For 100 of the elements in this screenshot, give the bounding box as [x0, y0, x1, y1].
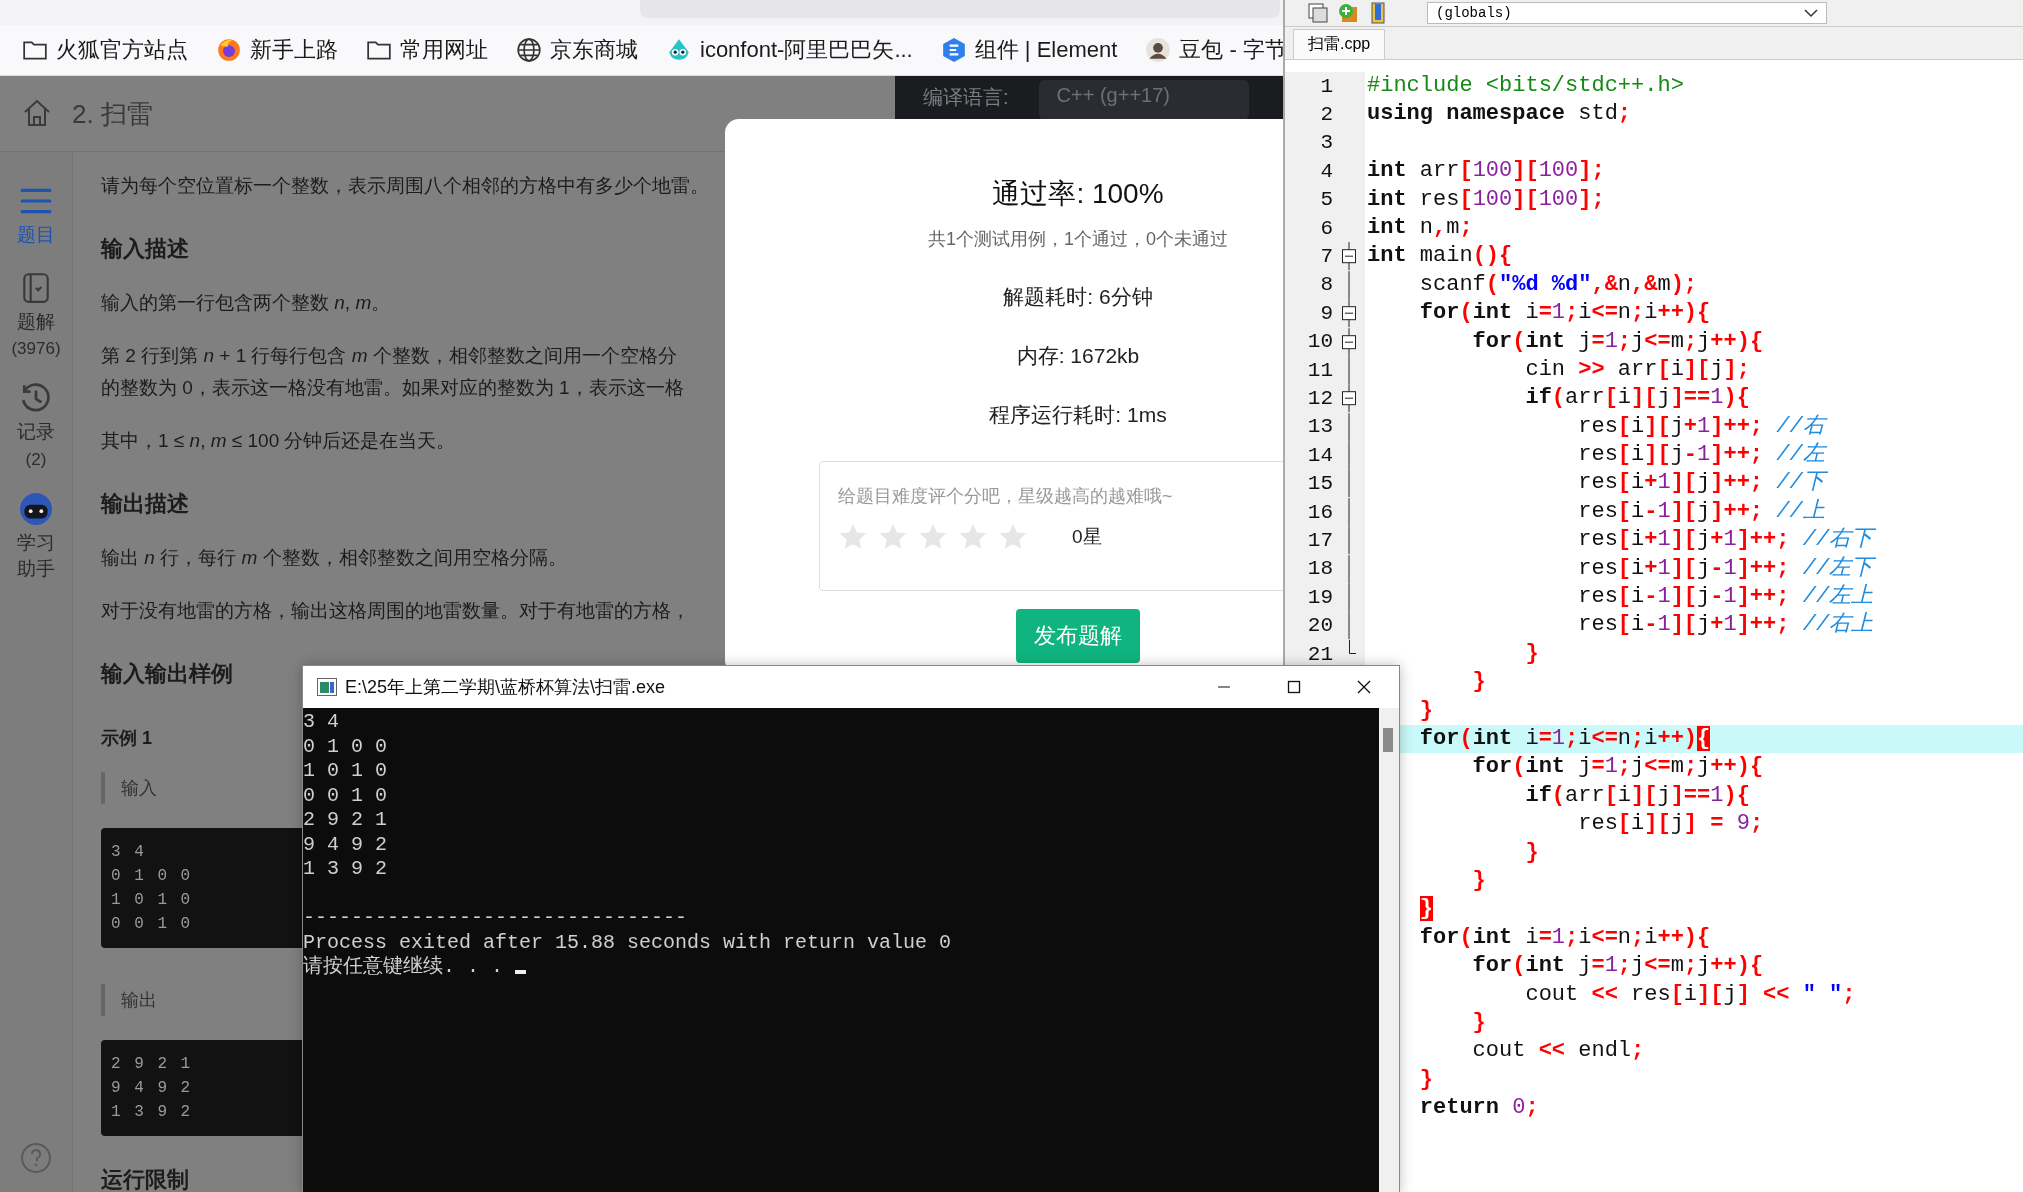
home-icon[interactable] — [22, 98, 52, 128]
fold-icon[interactable] — [1342, 242, 1356, 271]
file-tab[interactable]: 扫雷.cpp — [1293, 29, 1386, 59]
code-line: res[i+1][j]++; //下 — [1365, 469, 2023, 498]
mascot-icon — [666, 37, 692, 63]
line-number: 9 — [1319, 301, 1333, 325]
line-number: 3 — [1319, 131, 1333, 155]
line-number: 4 — [1319, 159, 1333, 183]
close-icon[interactable] — [1356, 679, 1372, 695]
section-heading: 运行限制 — [101, 1166, 189, 1192]
console-line: 请按任意键继续. . . — [303, 955, 504, 978]
line-number: 5 — [1319, 188, 1333, 212]
console-line: 9 4 9 2 — [303, 832, 387, 856]
code-line: res[i-1][j]++; //上 — [1577, 497, 1826, 526]
paragraph: 请为每个空位置标一个整数，表示周围八个相邻的方格中有多少个地雷。 — [101, 174, 709, 198]
bookmark-link[interactable]: 组件 | Element — [974, 35, 1118, 65]
code-line: res[i][j+1]++; //右 — [1365, 412, 2023, 442]
code-line: cin >> arr[i][j]; — [1524, 355, 1751, 384]
result-stat: 内存: 1672kb — [1016, 343, 1140, 369]
sample-label: 输出 — [101, 984, 157, 1016]
line-number: 10 — [1306, 330, 1333, 354]
code-line: #include <bits/stdc++.h> — [1366, 72, 1685, 100]
window-icon[interactable] — [1307, 2, 1329, 24]
code-line: for(int j=1;j<=m;j++){ — [1471, 327, 1765, 356]
help-icon[interactable] — [20, 1142, 52, 1174]
paragraph: 其中，1 ≤ n, m ≤ 100 分钟后还是在当天。 — [101, 429, 456, 453]
code-line: res[i][j-1]++; //左 — [1577, 441, 1828, 470]
rating-value: 0星 — [1072, 525, 1102, 549]
fold-icon[interactable] — [1342, 384, 1356, 413]
sidebar-count: (3976) — [11, 339, 61, 360]
sidebar-count: (2) — [25, 449, 47, 470]
fold-end — [1348, 639, 1356, 654]
scope-dropdown[interactable]: (globals) — [1427, 2, 1827, 24]
code-line: using namespace std; — [1366, 100, 1633, 129]
section-heading: 输入描述 — [101, 235, 189, 263]
code-line: } — [1471, 1008, 1487, 1037]
code-line: int main(){ — [1366, 242, 1514, 271]
console-line: 3 4 — [303, 710, 339, 733]
window-title: E:\25年上第二学期\蓝桥杯算法\扫雷.exe — [345, 676, 666, 699]
code-line: return 0; — [1418, 1094, 1540, 1123]
code-line: cout << res[i][j] << " "; — [1524, 980, 1857, 1009]
avatar-icon — [1145, 37, 1172, 63]
code-line: scanf("%d %d",&n,&m); — [1418, 270, 1699, 299]
line-number: 19 — [1306, 585, 1333, 609]
scrollbar[interactable] — [1379, 708, 1399, 1192]
bookmark-link[interactable]: 豆包 - 字节 — [1179, 35, 1287, 65]
bookmark-link[interactable]: 火狐官方站点 — [56, 35, 188, 65]
line-number: 21 — [1306, 642, 1333, 666]
sidebar-item[interactable]: 题解 (3976) — [11, 270, 61, 360]
compile-label: 编译语言: — [923, 85, 1009, 110]
console-line: 1 0 1 0 — [303, 759, 387, 782]
sample-label: 输入 — [101, 772, 157, 804]
problem-title: 2. 扫雷 — [72, 98, 153, 131]
bookmark-link[interactable]: 新手上路 — [250, 35, 338, 65]
caret-icon[interactable] — [1804, 8, 1818, 18]
paragraph: 对于没有地雷的方格，输出这格周围的地雷数量。对于有地雷的方格， — [101, 599, 690, 623]
sidebar-label: 学习助手 — [16, 530, 56, 582]
globe-icon — [516, 37, 542, 63]
paragraph: 输出 n 行，每行 m 个整数，相邻整数之间用空格分隔。 — [101, 546, 567, 570]
line-number: 16 — [1306, 500, 1333, 524]
code-line: res[i+1][j-1]++; //左下 — [1577, 554, 1877, 583]
code-line: res[i][j] = 9; — [1577, 810, 1765, 839]
test-summary: 共1个测试用例，1个通过，0个未通过 — [927, 228, 1228, 251]
sidebar-label: 记录 — [16, 420, 56, 445]
code-line: } — [1471, 668, 1487, 697]
code-line: cout << endl; — [1471, 1037, 1646, 1066]
maximize-icon[interactable] — [1286, 679, 1302, 695]
console-line: 0 1 0 0 — [303, 734, 387, 758]
code-line: for(int j=1;j<=m;j++){ — [1471, 952, 1765, 981]
line-number: 12 — [1306, 387, 1333, 410]
paragraph: 输入的第一行包含两个整数 n, m。 — [101, 291, 391, 315]
line-number: 7 — [1319, 245, 1333, 269]
line-number: 17 — [1306, 528, 1333, 552]
fold-icon[interactable] — [1342, 327, 1356, 356]
example-heading: 示例 1 — [101, 727, 152, 750]
rating-hint: 给题目难度评个分吧，星级越高的越难哦~ — [838, 485, 1174, 508]
bookmark-link[interactable]: 京东商城 — [550, 35, 638, 65]
code-line: } — [1524, 838, 1540, 867]
code-line: int arr[100][100]; — [1366, 157, 1606, 186]
code-line: } — [1418, 696, 1434, 725]
console-icon — [317, 678, 337, 696]
bookmark-link[interactable]: 常用网址 — [400, 35, 488, 65]
code-line: if(arr[i][j]==1){ — [1524, 781, 1751, 810]
console-line: 2 9 2 1 — [303, 808, 387, 831]
line-number: 1 — [1319, 74, 1333, 98]
hexagon-icon — [940, 37, 967, 63]
bookmark-link[interactable]: iconfont-阿里巴巴矢... — [700, 35, 913, 65]
plus-icon[interactable] — [1337, 2, 1359, 24]
line-number: 15 — [1306, 472, 1333, 496]
sidebar-item[interactable]: 记录 (2) — [16, 381, 56, 470]
sidebar-label: 题解 — [16, 309, 56, 334]
section-heading: 输入输出样例 — [101, 660, 233, 688]
line-number: 20 — [1306, 614, 1333, 638]
sidebar-label: 题目 — [16, 223, 56, 247]
code-line: for(int i=1;i<=n;i++){ — [1418, 923, 1712, 952]
fire-globe-icon — [216, 37, 242, 63]
line-number: 18 — [1306, 557, 1333, 581]
fold-icon[interactable] — [1342, 299, 1356, 328]
line-number: 13 — [1306, 415, 1333, 439]
code-line: res[i-1][j-1]++; //左上 — [1577, 583, 1875, 612]
